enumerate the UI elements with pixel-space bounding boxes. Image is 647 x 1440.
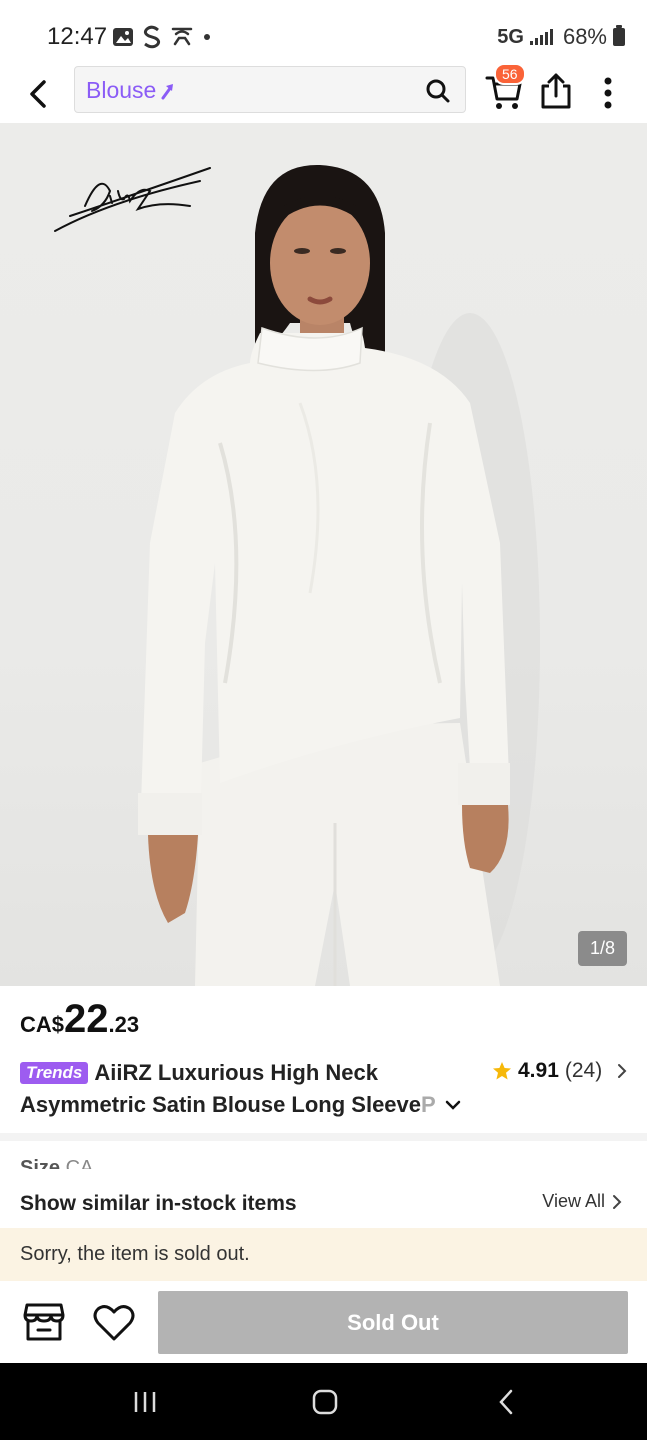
signal-icon	[529, 29, 553, 45]
sold-out-notice-text: Sorry, the item is sold out.	[20, 1243, 250, 1265]
dot-icon	[204, 34, 210, 40]
search-query: Blouse	[86, 77, 176, 104]
store-icon[interactable]	[22, 1301, 66, 1343]
view-all-label: View All	[542, 1191, 605, 1211]
sold-out-notice: Sorry, the item is sold out.	[0, 1228, 647, 1281]
gallery-notification-icon	[113, 28, 133, 46]
title-line-1: Trends AiiRZ Luxurious High Neck	[20, 1057, 480, 1089]
app-notification-icon	[171, 27, 193, 46]
status-time: 12:47	[47, 23, 108, 50]
expand-chevron-icon[interactable]	[444, 1098, 462, 1112]
star-icon	[493, 1062, 511, 1080]
back-button[interactable]	[20, 72, 56, 116]
wishlist-heart-icon[interactable]	[92, 1303, 136, 1343]
price-decimal: .23	[108, 1012, 140, 1037]
model-illustration	[138, 164, 540, 986]
back-arrow-icon	[30, 80, 46, 108]
product-title[interactable]: Trends AiiRZ Luxurious High Neck Asymmetr…	[20, 1057, 480, 1121]
price: CA$ 22 .23	[20, 997, 139, 1042]
nav-back-icon[interactable]	[496, 1388, 516, 1416]
title-line-2: Asymmetric Satin Blouse Long Sleeve P	[20, 1089, 480, 1121]
size-row[interactable]: Size CA	[20, 1157, 93, 1169]
rating-count: (24)	[564, 1059, 603, 1082]
rating-score: 4.91	[518, 1059, 559, 1082]
home-icon[interactable]	[312, 1389, 338, 1415]
brand-signature-logo	[54, 167, 211, 232]
battery-percent: 68%	[562, 24, 607, 49]
header: Blouse 56	[0, 63, 647, 123]
shein-notification-icon	[143, 25, 161, 49]
price-main: 22	[64, 997, 109, 1041]
cart-count-badge: 56	[494, 63, 526, 85]
image-counter: 1/8	[577, 931, 627, 966]
network-type: 5G	[497, 25, 524, 48]
view-all-link[interactable]: View All	[542, 1191, 623, 1212]
status-notification-icons	[112, 25, 212, 49]
similar-items-title: Show similar in-stock items	[20, 1192, 297, 1215]
search-query-text: Blouse	[86, 77, 157, 103]
size-value: CA	[65, 1157, 94, 1169]
title-text-1: AiiRZ Luxurious High Neck	[94, 1060, 378, 1085]
product-image-gallery[interactable]: 1/8	[0, 123, 647, 986]
rating[interactable]: 4.91 (24)	[492, 1059, 630, 1083]
trending-arrow-icon	[161, 83, 174, 99]
chevron-right-icon	[613, 1194, 622, 1209]
trends-badge: Trends	[20, 1062, 89, 1084]
status-bar: 12:47 5G 68%	[0, 0, 647, 66]
sold-out-button[interactable]: Sold Out	[158, 1291, 628, 1354]
search-icon[interactable]	[425, 78, 451, 104]
system-nav-bar	[0, 1363, 647, 1440]
more-vertical-icon[interactable]	[596, 72, 620, 112]
battery-icon	[613, 25, 625, 46]
title-text-fade: P	[421, 1092, 436, 1117]
share-icon[interactable]	[538, 71, 574, 111]
section-divider	[0, 1133, 647, 1141]
status-right: 5G 68%	[497, 24, 625, 50]
bottom-action-bar: Sold Out	[0, 1281, 647, 1363]
size-label: Size	[20, 1157, 61, 1169]
search-input[interactable]: Blouse	[74, 66, 466, 113]
chevron-right-icon	[618, 1064, 627, 1078]
title-text-2: Asymmetric Satin Blouse Long Sleeve	[20, 1092, 422, 1117]
similar-items-row: Show similar in-stock items View All	[0, 1172, 647, 1228]
price-currency: CA$	[20, 1012, 65, 1037]
recent-apps-icon[interactable]	[133, 1390, 157, 1414]
